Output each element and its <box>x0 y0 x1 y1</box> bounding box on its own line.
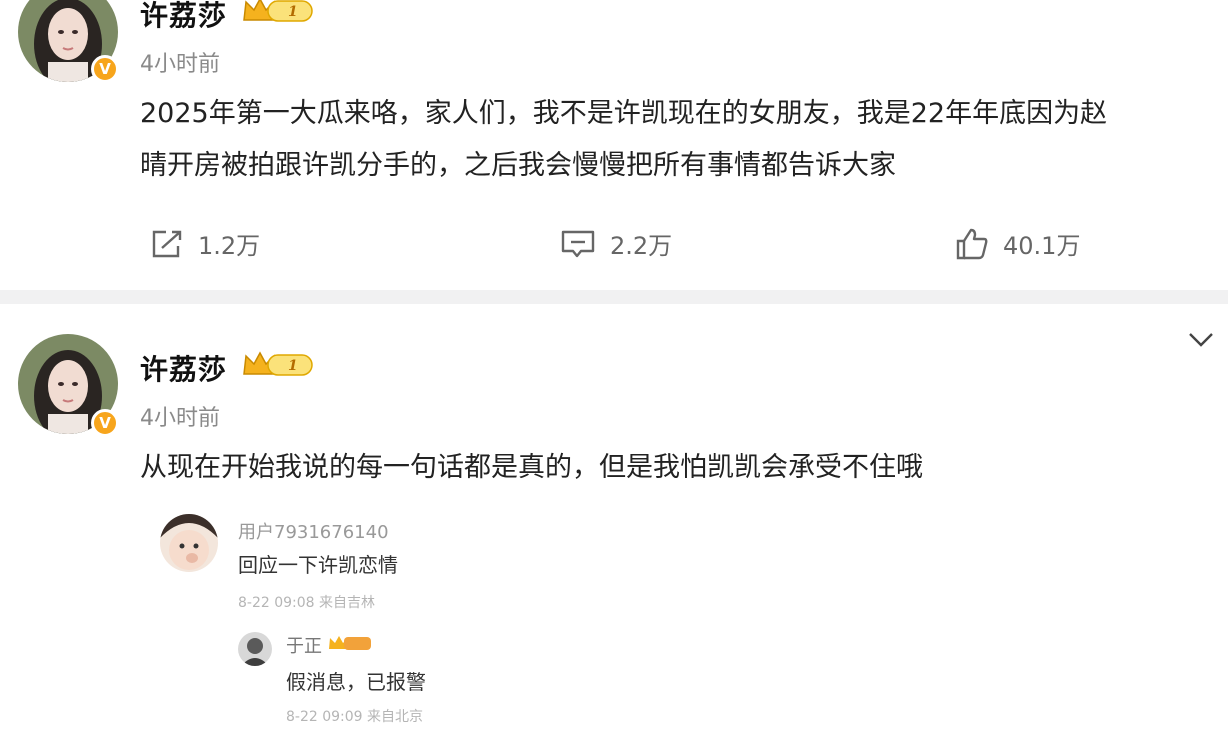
like-count: 40.1万 <box>1003 232 1081 260</box>
replier-avatar <box>238 632 272 666</box>
repost-button[interactable]: 1.2万 <box>150 226 260 261</box>
commenter-name: 用户7931676140 <box>238 522 389 543</box>
post-text: 从现在开始我说的每一句话都是真的，但是我怕凯凯会承受不住哦 <box>140 452 923 483</box>
post-text-line: 晴开房被拍跟许凯分手的，之后我会慢慢把所有事情都告诉大家 <box>140 150 896 181</box>
chevron-down-icon[interactable] <box>1188 332 1214 352</box>
username[interactable]: 许荔莎 <box>140 348 227 388</box>
feed-divider <box>0 290 1228 304</box>
comment-text: 回应一下许凯恋情 <box>238 553 398 577</box>
username[interactable]: 许荔莎 <box>140 0 227 34</box>
post-text-line: 2025年第一大瓜来咯，家人们，我不是许凯现在的女朋友，我是22年年底因为赵 <box>140 98 1108 129</box>
crown-level-badge-icon: 1 <box>242 350 314 382</box>
commenter-avatar <box>160 514 218 572</box>
repost-icon <box>152 230 182 257</box>
replier-name: 于正 <box>286 636 322 657</box>
crown-level-badge-icon: 1 <box>242 0 314 28</box>
post-text: 2025年第一大瓜来咯，家人们，我不是许凯现在的女朋友，我是22年年底因为赵 晴… <box>140 88 1107 192</box>
comment-button[interactable]: 2.2万 <box>560 226 672 261</box>
post-time: 4小时前 <box>140 406 220 431</box>
crown-vip-badge-icon <box>328 634 372 656</box>
comment-icon <box>561 230 595 257</box>
reply-meta: 8-22 09:09 来自北京 <box>286 709 424 725</box>
like-button[interactable]: 40.1万 <box>955 226 1080 261</box>
thumbs-up-icon <box>956 228 988 259</box>
weibo-post: V 许荔莎 1 4小时前 2025年第一大瓜来咯，家人们，我不是许凯现在的女朋友… <box>0 0 1228 290</box>
comment-count: 2.2万 <box>610 232 673 260</box>
post-time: 4小时前 <box>140 52 220 77</box>
verified-badge-icon: V <box>91 409 119 437</box>
svg-text:1: 1 <box>288 4 298 20</box>
reply-text: 假消息，已报警 <box>286 670 426 694</box>
svg-text:1: 1 <box>288 358 298 374</box>
repost-count: 1.2万 <box>198 232 261 260</box>
verified-badge-icon: V <box>91 55 119 83</box>
weibo-post: V 许荔莎 1 4小时前 从现在开始我说的每一句话都是真的，但是我怕凯凯会承受不… <box>0 304 1228 741</box>
comment-meta: 8-22 09:08 来自吉林 <box>238 595 376 611</box>
